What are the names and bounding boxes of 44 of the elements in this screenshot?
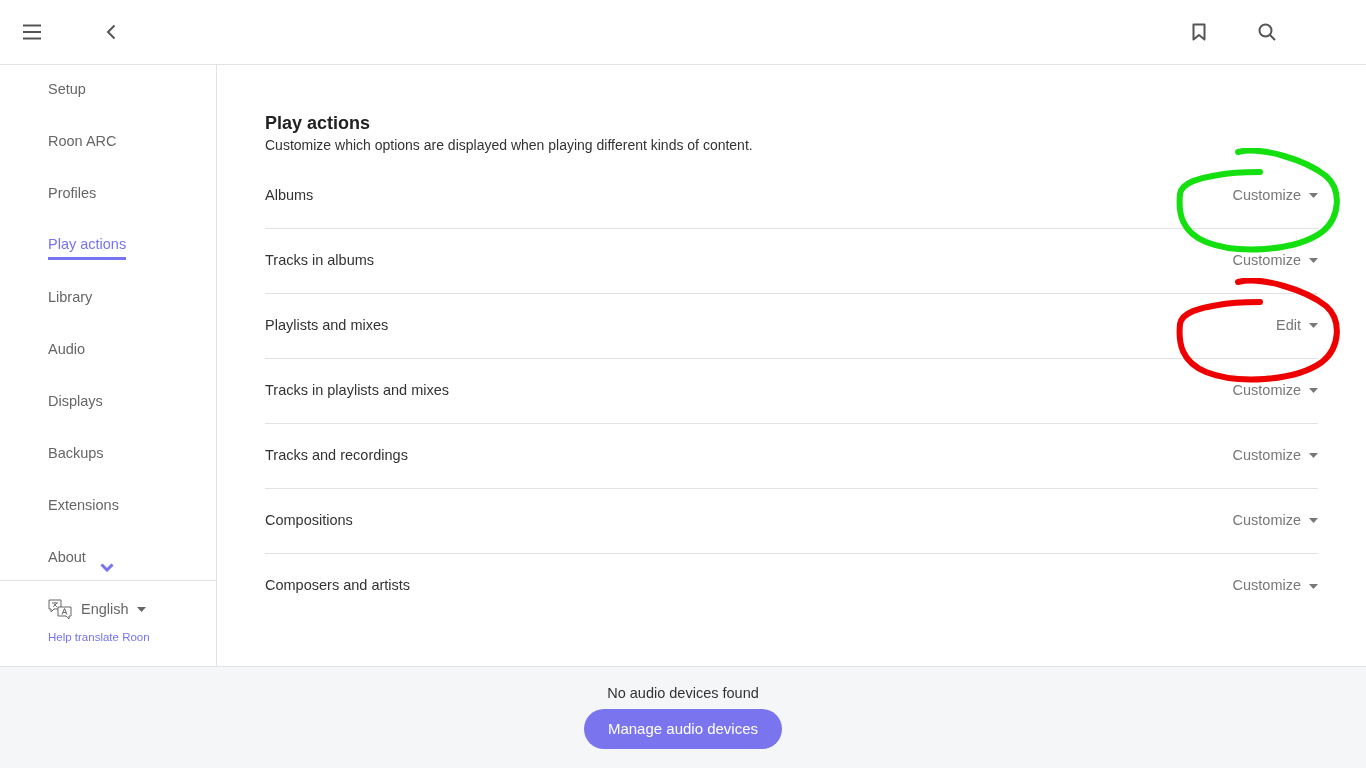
action-dropdown[interactable]: Customize [1232, 575, 1318, 597]
row-label: Albums [265, 185, 314, 205]
manage-audio-devices-button[interactable]: Manage audio devices [583, 708, 783, 750]
sidebar-item[interactable]: Audio [48, 325, 86, 377]
action-dropdown[interactable]: Customize [1232, 184, 1318, 207]
action-dropdown[interactable]: Customize [1232, 509, 1318, 532]
sidebar-item[interactable]: Roon ARC [48, 117, 117, 169]
action-dropdown[interactable]: Edit [1276, 314, 1318, 337]
bookmark-icon[interactable] [1192, 23, 1206, 41]
row-label: Composers and artists [265, 576, 411, 596]
sidebar-item[interactable]: Play actions [48, 221, 127, 273]
chevron-down-icon[interactable] [100, 563, 114, 572]
back-icon[interactable] [106, 24, 116, 40]
row-label: Tracks and recordings [265, 445, 408, 465]
translate-icon [48, 599, 73, 621]
section-description: Customize which options are displayed when playing different kinds of content. [265, 135, 754, 155]
help-translate-link[interactable]: Help translate Roon [48, 628, 150, 646]
sidebar-item[interactable]: Setup [48, 65, 86, 117]
sidebar-item[interactable]: Displays [48, 377, 103, 429]
sidebar-item[interactable]: Library [48, 273, 93, 325]
row-label: Compositions [265, 510, 353, 530]
action-dropdown[interactable]: Customize [1232, 249, 1318, 272]
language-dropdown[interactable]: English [48, 599, 146, 621]
row-label: Playlists and mixes [265, 315, 389, 335]
caret-icon [136, 607, 146, 613]
action-dropdown[interactable]: Customize [1232, 379, 1318, 402]
row-label: Tracks in albums [265, 250, 375, 270]
action-dropdown[interactable]: Customize [1232, 444, 1318, 467]
caret-icon [1309, 193, 1318, 199]
row-label: Tracks in playlists and mixes [265, 380, 449, 400]
sidebar-item[interactable]: Extensions [48, 481, 119, 533]
caret-icon [1309, 323, 1318, 329]
sidebar-item[interactable]: Profiles [48, 169, 97, 221]
sidebar-item[interactable]: About [48, 533, 86, 585]
status-message: No audio devices found [607, 684, 759, 703]
caret-icon [1309, 388, 1318, 394]
menu-icon[interactable] [22, 24, 42, 40]
caret-icon [1309, 518, 1318, 524]
sidebar-item[interactable]: Backups [48, 429, 104, 481]
section-title: Play actions [265, 113, 372, 135]
caret-icon [1309, 258, 1318, 264]
caret-icon [1309, 583, 1318, 589]
search-icon[interactable] [1258, 23, 1276, 41]
caret-icon [1309, 453, 1318, 459]
